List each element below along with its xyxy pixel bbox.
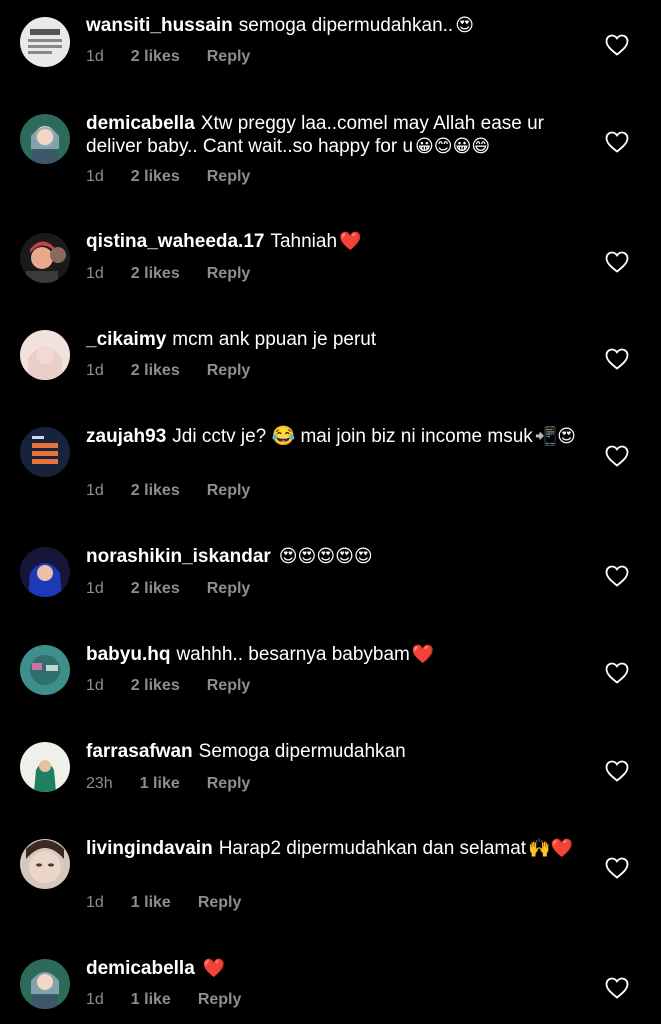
comment-meta: 1d 1 like Reply [86, 991, 241, 1009]
username-link[interactable]: qistina_waheeda.17 [86, 231, 264, 252]
timestamp: 1d [86, 265, 104, 282]
likes-count[interactable]: 1 like [140, 775, 180, 793]
like-heart-icon[interactable] [605, 445, 629, 467]
likes-count[interactable]: 2 likes [131, 48, 180, 66]
comment-meta: 1d 2 likes Reply [86, 362, 250, 380]
username-link[interactable]: livingindavain [86, 838, 213, 859]
avatar[interactable] [20, 17, 70, 67]
like-heart-icon[interactable] [605, 565, 629, 587]
username-link[interactable]: demicabella [86, 958, 195, 979]
comment-body: Harap2 dipermudahkan dan selamat [218, 838, 527, 859]
like-heart-icon[interactable] [605, 251, 629, 273]
avatar[interactable] [20, 427, 70, 477]
likes-count[interactable]: 1 like [131, 991, 171, 1009]
emoji: 😀😊😀😄 [415, 136, 491, 157]
reply-button[interactable]: Reply [207, 48, 251, 66]
avatar[interactable] [20, 547, 70, 597]
like-heart-icon[interactable] [605, 34, 629, 56]
likes-count[interactable]: 2 likes [131, 362, 180, 380]
avatar[interactable] [20, 959, 70, 1009]
likes-count[interactable]: 2 likes [131, 265, 180, 283]
emoji: 😍 [455, 15, 474, 36]
username-link[interactable]: babyu.hq [86, 644, 170, 665]
reply-button[interactable]: Reply [207, 168, 251, 186]
reply-button[interactable]: Reply [207, 580, 251, 598]
emoji: 😍😍😍😍😍 [278, 546, 373, 567]
comment-text: babyu.hq wahhh.. besarnya babybam ❤️ [86, 643, 586, 666]
reply-button[interactable]: Reply [207, 362, 251, 380]
avatar[interactable] [20, 233, 70, 283]
comment-meta: 1d 2 likes Reply [86, 48, 250, 66]
emoji: 📲😍 [534, 426, 576, 447]
like-heart-icon[interactable] [605, 662, 629, 684]
comment-meta: 23h 1 like Reply [86, 775, 250, 793]
timestamp: 1d [86, 991, 104, 1008]
comment-text: livingindavain Harap2 dipermudahkan dan s… [86, 837, 586, 860]
timestamp: 1d [86, 362, 104, 379]
avatar[interactable] [20, 839, 70, 889]
comment-meta: 1d 2 likes Reply [86, 265, 250, 283]
comment-meta: 1d 2 likes Reply [86, 580, 250, 598]
like-heart-icon[interactable] [605, 348, 629, 370]
likes-count[interactable]: 1 like [131, 894, 171, 912]
likes-count[interactable]: 2 likes [131, 482, 180, 500]
reply-button[interactable]: Reply [198, 991, 242, 1009]
timestamp: 1d [86, 677, 104, 694]
comment-text: _cikaimy mcm ank ppuan je perut [86, 328, 586, 351]
username-link[interactable]: _cikaimy [86, 329, 166, 350]
avatar[interactable] [20, 114, 70, 164]
comment-meta: 1d 2 likes Reply [86, 168, 250, 186]
like-heart-icon[interactable] [605, 131, 629, 153]
reply-button[interactable]: Reply [198, 894, 242, 912]
avatar[interactable] [20, 742, 70, 792]
emoji: ❤️ [411, 644, 435, 665]
comment-text: norashikin_iskandar 😍😍😍😍😍 [86, 545, 586, 568]
comment-body: Jdi cctv je? 😂 mai join biz ni income ms… [172, 426, 533, 447]
timestamp: 23h [86, 775, 113, 792]
reply-button[interactable]: Reply [207, 482, 251, 500]
likes-count[interactable]: 2 likes [131, 677, 180, 695]
emoji: ❤️ [202, 958, 226, 979]
avatar[interactable] [20, 645, 70, 695]
reply-button[interactable]: Reply [207, 677, 251, 695]
reply-button[interactable]: Reply [207, 775, 251, 793]
avatar[interactable] [20, 330, 70, 380]
comment-meta: 1d 2 likes Reply [86, 677, 250, 695]
likes-count[interactable]: 2 likes [131, 168, 180, 186]
username-link[interactable]: wansiti_hussain [86, 15, 233, 36]
username-link[interactable]: farrasafwan [86, 741, 193, 762]
username-link[interactable]: zaujah93 [86, 426, 166, 447]
username-link[interactable]: demicabella [86, 113, 195, 134]
like-heart-icon[interactable] [605, 977, 629, 999]
comment-text: demicabella Xtw preggy laa..comel may All… [86, 112, 586, 158]
comment-body: Semoga dipermudahkan [198, 741, 406, 762]
comment-body: wahhh.. besarnya babybam [176, 644, 410, 665]
timestamp: 1d [86, 894, 104, 911]
comment-meta: 1d 1 like Reply [86, 894, 241, 912]
likes-count[interactable]: 2 likes [131, 580, 180, 598]
comment-text: wansiti_hussain semoga dipermudahkan.. 😍 [86, 14, 586, 37]
comment-text: zaujah93 Jdi cctv je? 😂 mai join biz ni i… [86, 425, 586, 448]
emoji: 🙌❤️ [528, 838, 573, 859]
comment-text: farrasafwan Semoga dipermudahkan [86, 740, 586, 763]
comment-text: qistina_waheeda.17 Tahniah ❤️ [86, 230, 586, 253]
like-heart-icon[interactable] [605, 760, 629, 782]
timestamp: 1d [86, 580, 104, 597]
timestamp: 1d [86, 482, 104, 499]
comment-body: Tahniah [270, 231, 338, 252]
like-heart-icon[interactable] [605, 857, 629, 879]
comment-body: semoga dipermudahkan.. [238, 15, 454, 36]
timestamp: 1d [86, 48, 104, 65]
comment-meta: 1d 2 likes Reply [86, 482, 250, 500]
comment-body: mcm ank ppuan je perut [172, 329, 377, 350]
reply-button[interactable]: Reply [207, 265, 251, 283]
username-link[interactable]: norashikin_iskandar [86, 546, 271, 567]
comment-text: demicabella ❤️ [86, 957, 586, 980]
timestamp: 1d [86, 168, 104, 185]
emoji: ❤️ [339, 231, 362, 252]
